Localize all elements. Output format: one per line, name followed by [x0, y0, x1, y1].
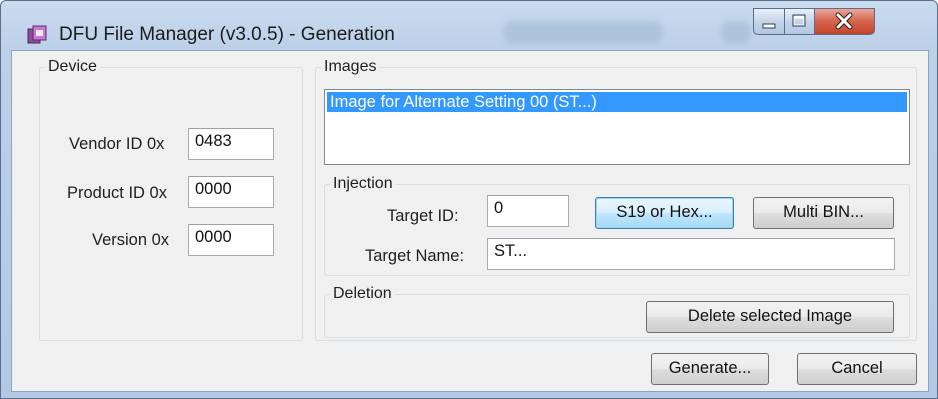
minimize-icon: [762, 23, 776, 29]
injection-legend: Injection: [333, 175, 393, 192]
product-id-label: Product ID 0x: [67, 184, 167, 202]
cancel-button[interactable]: Cancel: [797, 353, 917, 385]
maximize-button[interactable]: [785, 8, 815, 35]
version-input[interactable]: 0000: [188, 224, 274, 256]
vendor-id-label: Vendor ID 0x: [69, 135, 165, 153]
window-title: DFU File Manager (v3.0.5) - Generation: [59, 24, 395, 45]
title-bar[interactable]: DFU File Manager (v3.0.5) - Generation: [1, 1, 937, 47]
dialog-client-area: Device Vendor ID 0x 0483 Product ID 0x 0…: [11, 50, 929, 392]
images-listbox[interactable]: Image for Alternate Setting 00 (ST...): [324, 89, 910, 165]
target-name-label: Target Name:: [365, 247, 465, 265]
target-name-input[interactable]: ST...: [487, 238, 895, 270]
maximize-icon: [792, 14, 806, 27]
deletion-legend: Deletion: [333, 285, 392, 302]
list-item[interactable]: Image for Alternate Setting 00 (ST...): [327, 92, 907, 112]
generate-button[interactable]: Generate...: [651, 353, 769, 385]
device-legend: Device: [48, 58, 97, 75]
target-id-label: Target ID:: [387, 207, 459, 225]
s19-or-hex-button[interactable]: S19 or Hex...: [595, 197, 734, 229]
images-legend: Images: [324, 58, 377, 75]
minimize-button[interactable]: [753, 8, 785, 35]
blurred-background: [503, 21, 663, 43]
close-icon: [835, 12, 853, 30]
version-label: Version 0x: [92, 231, 170, 249]
dfu-generation-window: DFU File Manager (v3.0.5) - Generation D…: [0, 0, 938, 399]
target-id-input[interactable]: 0: [487, 195, 569, 227]
product-id-input[interactable]: 0000: [188, 176, 274, 208]
app-icon: [27, 25, 47, 44]
close-button[interactable]: [815, 8, 875, 35]
delete-selected-image-button[interactable]: Delete selected Image: [646, 301, 894, 333]
blurred-background: [721, 21, 751, 43]
multi-bin-button[interactable]: Multi BIN...: [753, 197, 894, 229]
vendor-id-input[interactable]: 0483: [188, 128, 274, 160]
